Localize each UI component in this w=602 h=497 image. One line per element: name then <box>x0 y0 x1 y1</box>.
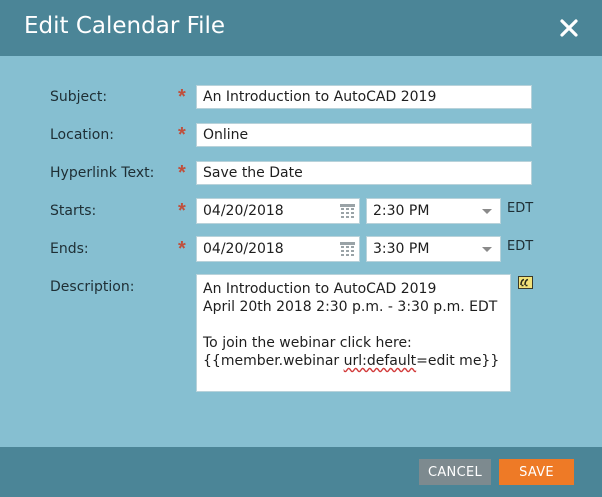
dialog-header: Edit Calendar File <box>0 0 602 56</box>
description-token-line: {{member.webinar url:default=edit me}} <box>203 352 504 370</box>
subject-label: Subject: <box>50 89 108 105</box>
chevron-down-icon <box>482 209 492 214</box>
ends-label: Ends: <box>50 241 89 257</box>
starts-date-value: 04/20/2018 <box>203 203 284 219</box>
calendar-icon[interactable] <box>340 204 355 218</box>
insert-token-icon[interactable] <box>518 276 533 289</box>
hyperlink-text-label: Hyperlink Text: <box>50 165 155 181</box>
subject-input[interactable]: An Introduction to AutoCAD 2019 <box>196 85 532 109</box>
cancel-button[interactable]: CANCEL <box>419 459 491 485</box>
misspelled-text: url:default <box>343 353 417 369</box>
hyperlink-text-input[interactable]: Save the Date <box>196 161 532 185</box>
dialog-footer: CANCEL SAVE <box>0 447 602 497</box>
ends-required-marker: * <box>178 238 186 260</box>
calendar-icon[interactable] <box>340 242 355 256</box>
ends-time-value: 3:30 PM <box>373 241 430 257</box>
dialog-title: Edit Calendar File <box>24 13 226 39</box>
description-line: An Introduction to AutoCAD 2019 <box>203 281 437 297</box>
starts-label: Starts: <box>50 203 97 219</box>
subject-required-marker: * <box>178 86 186 108</box>
hyperlink-text-required-marker: * <box>178 162 186 184</box>
token-text: =edit me}} <box>416 353 500 369</box>
location-value: Online <box>203 127 249 143</box>
starts-required-marker: * <box>178 200 186 222</box>
description-textarea[interactable]: An Introduction to AutoCAD 2019 April 20… <box>196 274 511 392</box>
token-text: {{member.webinar <box>203 353 344 369</box>
chevron-down-icon <box>482 247 492 252</box>
save-button[interactable]: SAVE <box>499 459 574 485</box>
close-icon <box>560 19 578 37</box>
hyperlink-text-value: Save the Date <box>203 165 303 181</box>
starts-timezone: EDT <box>507 201 534 216</box>
starts-time-value: 2:30 PM <box>373 203 430 219</box>
close-button[interactable] <box>557 16 581 40</box>
ends-date-input[interactable]: 04/20/2018 <box>196 236 360 262</box>
ends-timezone: EDT <box>507 239 534 254</box>
location-label: Location: <box>50 127 114 143</box>
ends-date-value: 04/20/2018 <box>203 241 284 257</box>
starts-time-select[interactable]: 2:30 PM <box>366 198 501 224</box>
ends-time-select[interactable]: 3:30 PM <box>366 236 501 262</box>
description-line: April 20th 2018 2:30 p.m. - 3:30 p.m. ED… <box>203 299 498 315</box>
description-line: To join the webinar click here: <box>203 335 412 351</box>
description-blank-line <box>203 316 504 334</box>
location-required-marker: * <box>178 124 186 146</box>
starts-date-input[interactable]: 04/20/2018 <box>196 198 360 224</box>
location-input[interactable]: Online <box>196 123 532 147</box>
description-label: Description: <box>50 279 135 295</box>
subject-value: An Introduction to AutoCAD 2019 <box>203 89 437 105</box>
